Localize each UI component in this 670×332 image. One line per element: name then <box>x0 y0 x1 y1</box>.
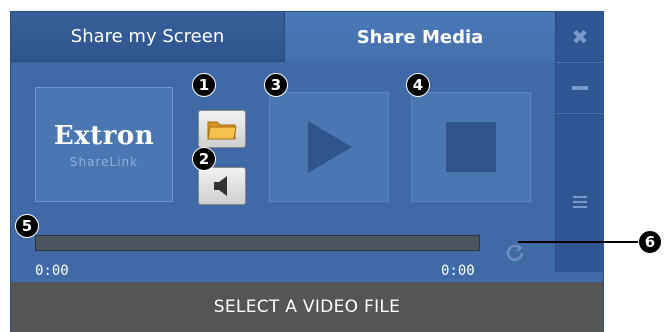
extron-sharelink-logo: Extron ShareLink <box>35 87 173 202</box>
tab-share-media[interactable]: Share Media <box>285 12 555 62</box>
open-file-button[interactable] <box>198 110 246 148</box>
volume-button[interactable] <box>198 167 246 205</box>
loop-button[interactable] <box>502 240 528 266</box>
stop-button[interactable] <box>411 92 531 202</box>
minimize-button[interactable] <box>556 63 604 114</box>
close-button[interactable]: ✖ <box>556 12 604 63</box>
status-bar: SELECT A VIDEO FILE <box>11 282 603 332</box>
total-duration: 0:00 <box>441 263 475 279</box>
tab-share-my-screen-label: Share my Screen <box>70 26 225 47</box>
playback-progress-bar[interactable] <box>35 235 480 251</box>
folder-icon <box>207 121 237 140</box>
current-time: 0:00 <box>35 263 69 279</box>
window-control-column: ✖ <box>555 12 604 272</box>
sharelink-window: Share my Screen Share Media ✖ Extron Sha… <box>10 11 604 332</box>
logo-sub-text: ShareLink <box>69 154 139 169</box>
status-text: SELECT A VIDEO FILE <box>213 297 401 317</box>
callout-badge-6: 6 <box>638 230 662 254</box>
tab-share-my-screen[interactable]: Share my Screen <box>11 12 285 62</box>
tab-share-media-label: Share Media <box>356 26 484 48</box>
minimize-icon <box>572 86 588 90</box>
callout-badge-2: 2 <box>192 147 216 171</box>
callout-badge-4: 4 <box>406 73 430 97</box>
hamburger-menu-icon <box>573 196 587 198</box>
play-icon <box>308 121 352 173</box>
stop-icon <box>446 122 496 172</box>
play-button[interactable] <box>269 92 389 202</box>
menu-button[interactable] <box>556 182 604 222</box>
callout-badge-5: 5 <box>15 214 39 238</box>
logo-main-text: Extron <box>53 120 155 151</box>
callout-badge-3: 3 <box>264 73 288 97</box>
close-icon: ✖ <box>571 25 589 49</box>
callout-badge-1: 1 <box>192 73 216 97</box>
loop-icon <box>506 244 524 262</box>
callout-line-6 <box>518 241 640 243</box>
speaker-icon <box>214 176 227 196</box>
